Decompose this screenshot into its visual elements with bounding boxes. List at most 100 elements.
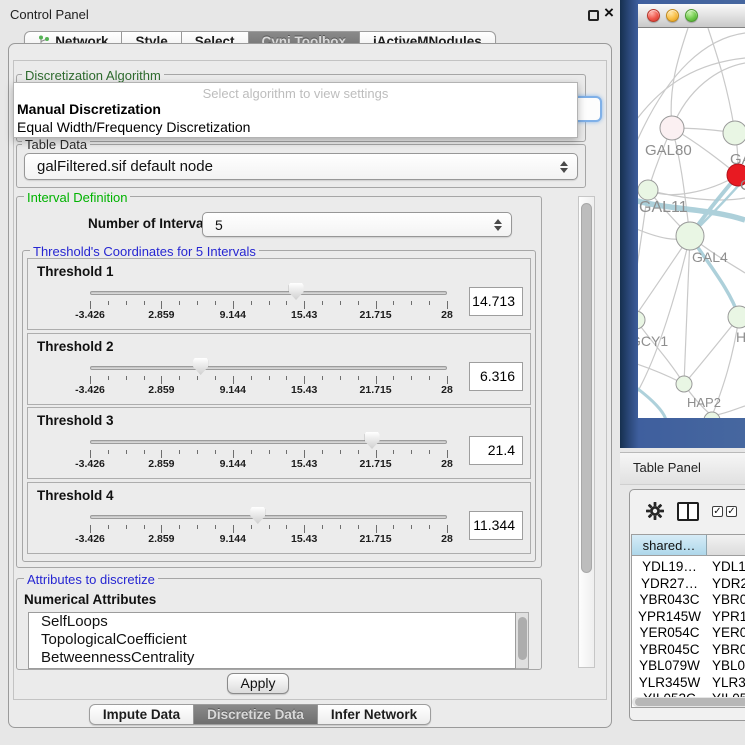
table-row[interactable]: YDL19…YDL19 — [632, 559, 745, 576]
slider-thumb[interactable] — [365, 432, 380, 449]
slider-tick — [90, 376, 91, 384]
node-label: GAL4 — [692, 249, 728, 265]
attributes-group-label: Attributes to discretize — [24, 572, 158, 587]
zoom-traffic-light-icon[interactable] — [685, 9, 698, 22]
close-icon[interactable]: × — [604, 3, 614, 23]
checkbox-icon[interactable]: ✓ — [726, 506, 737, 517]
table-data-combo[interactable]: galFiltered.sif default node — [24, 153, 578, 180]
slider-tick — [179, 301, 180, 305]
num-intervals-combo[interactable]: 5 — [202, 212, 512, 237]
slider-thumb[interactable] — [193, 358, 208, 375]
threshold-value-field[interactable]: 11.344 — [469, 511, 523, 540]
slider-tick — [286, 301, 287, 305]
network-node[interactable] — [728, 306, 745, 328]
slider-tick — [322, 450, 323, 454]
table-row[interactable]: YBR043CYBR043C — [632, 592, 745, 609]
slider-tick — [304, 525, 305, 533]
slider-tick — [197, 376, 198, 380]
slider-tick — [233, 450, 234, 458]
slider-track[interactable] — [90, 515, 447, 519]
dropdown-option[interactable]: Equal Width/Frequency Discretization — [14, 118, 577, 136]
checkbox-icon[interactable]: ✓ — [712, 506, 723, 517]
apply-button[interactable]: Apply — [227, 673, 289, 694]
table-row[interactable]: YPR145WYPR145W — [632, 609, 745, 626]
network-node[interactable] — [723, 121, 745, 145]
slider-tick — [358, 525, 359, 529]
slider-tick — [215, 450, 216, 454]
split-table-icon[interactable] — [677, 502, 699, 521]
tab-impute-data[interactable]: Impute Data — [89, 704, 194, 725]
attribute-list-item[interactable]: TopologicalCoefficient — [29, 631, 515, 649]
table-row[interactable]: YBR045CYBR045C — [632, 642, 745, 659]
slider-tick — [269, 450, 270, 454]
vertical-scrollbar-thumb[interactable] — [581, 203, 592, 573]
num-intervals-label: Number of Intervals — [88, 216, 215, 231]
cell-shared-name: YLR345W — [632, 675, 707, 690]
close-traffic-light-icon[interactable] — [647, 9, 660, 22]
bottom-tab-bar: Impute Data Discretize Data Infer Network — [0, 704, 520, 725]
threshold-value-field[interactable]: 6.316 — [469, 362, 523, 391]
column-header-name[interactable]: name — [707, 535, 745, 556]
slider-thumb[interactable] — [289, 283, 304, 300]
float-window-icon[interactable] — [588, 10, 599, 21]
slider-tick — [340, 450, 341, 454]
slider-tick — [179, 376, 180, 380]
network-node[interactable] — [638, 180, 658, 200]
network-node[interactable] — [660, 116, 684, 140]
gear-icon[interactable] — [646, 502, 664, 520]
slider-tick — [233, 376, 234, 384]
slider-track[interactable] — [90, 440, 447, 444]
slider-tick — [197, 450, 198, 454]
cell-shared-name: YBR045C — [632, 642, 707, 657]
network-node[interactable] — [638, 311, 645, 329]
threshold-panel: Threshold 2-3.4262.8599.14415.4321.71528… — [27, 333, 531, 405]
dropdown-placeholder: Select algorithm to view settings — [14, 83, 577, 100]
table-row[interactable]: YDR27…YDR27 — [632, 576, 745, 593]
slider-tick — [393, 376, 394, 380]
minimize-traffic-light-icon[interactable] — [666, 9, 679, 22]
tab-label: Discretize Data — [207, 707, 304, 722]
cell-shared-name: YBR043C — [632, 592, 707, 607]
slider-tick — [144, 450, 145, 454]
network-node[interactable] — [676, 376, 692, 392]
slider-tick-label: 9.144 — [220, 309, 246, 321]
slider-tick — [286, 450, 287, 454]
node-table[interactable]: shared… name YDL19…YDL19YDR27…YDR27YBR04… — [631, 534, 745, 708]
slider-thumb[interactable] — [250, 507, 265, 524]
tab-discretize-data[interactable]: Discretize Data — [194, 704, 318, 725]
table-row[interactable]: YLR345WYLR345W — [632, 675, 745, 692]
tab-infer-network[interactable]: Infer Network — [318, 704, 431, 725]
attribute-list-item[interactable]: BetweennessCentrality — [29, 649, 515, 667]
numerical-attributes-label: Numerical Attributes — [24, 592, 156, 607]
dropdown-option[interactable]: Manual Discretization — [14, 100, 577, 118]
horizontal-scrollbar-thumb[interactable] — [635, 698, 745, 706]
threshold-value-field[interactable]: 21.4 — [469, 436, 523, 465]
column-header-shared-name[interactable]: shared… — [632, 535, 707, 556]
threshold-value-field[interactable]: 14.713 — [469, 287, 523, 316]
slider-tick — [161, 525, 162, 533]
slider-tick-label: 21.715 — [360, 533, 392, 545]
attribute-list-item[interactable]: SelfLoops — [29, 613, 515, 631]
numerical-attributes-list[interactable]: SelfLoopsTopologicalCoefficientBetweenne… — [28, 612, 516, 669]
slider-tick — [376, 525, 377, 533]
list-scrollbar-thumb[interactable] — [518, 617, 527, 660]
slider-tick-label: 2.859 — [148, 384, 174, 396]
network-node[interactable] — [704, 412, 720, 418]
table-row[interactable]: YER054CYER054C — [632, 625, 745, 642]
slider-tick — [251, 376, 252, 380]
network-canvas[interactable]: GAL80GACGAL11GAL4HGCY1HAP2 — [638, 28, 745, 418]
network-node[interactable] — [676, 222, 704, 250]
network-window-titlebar[interactable] — [638, 4, 745, 28]
table-row[interactable]: YBL079WYBL079W — [632, 658, 745, 675]
stepper-arrows-icon — [493, 219, 502, 231]
slider-tick — [251, 525, 252, 529]
slider-tick — [197, 525, 198, 529]
slider-tick — [358, 376, 359, 380]
slider-track[interactable] — [90, 291, 447, 295]
discretization-algorithm-label: Discretization Algorithm — [22, 68, 164, 83]
slider-tick-label: 28 — [441, 384, 453, 396]
slider-tick-label: 21.715 — [360, 309, 392, 321]
slider-tick — [411, 525, 412, 529]
slider-track[interactable] — [90, 366, 447, 370]
stepper-arrows-icon — [559, 161, 568, 173]
